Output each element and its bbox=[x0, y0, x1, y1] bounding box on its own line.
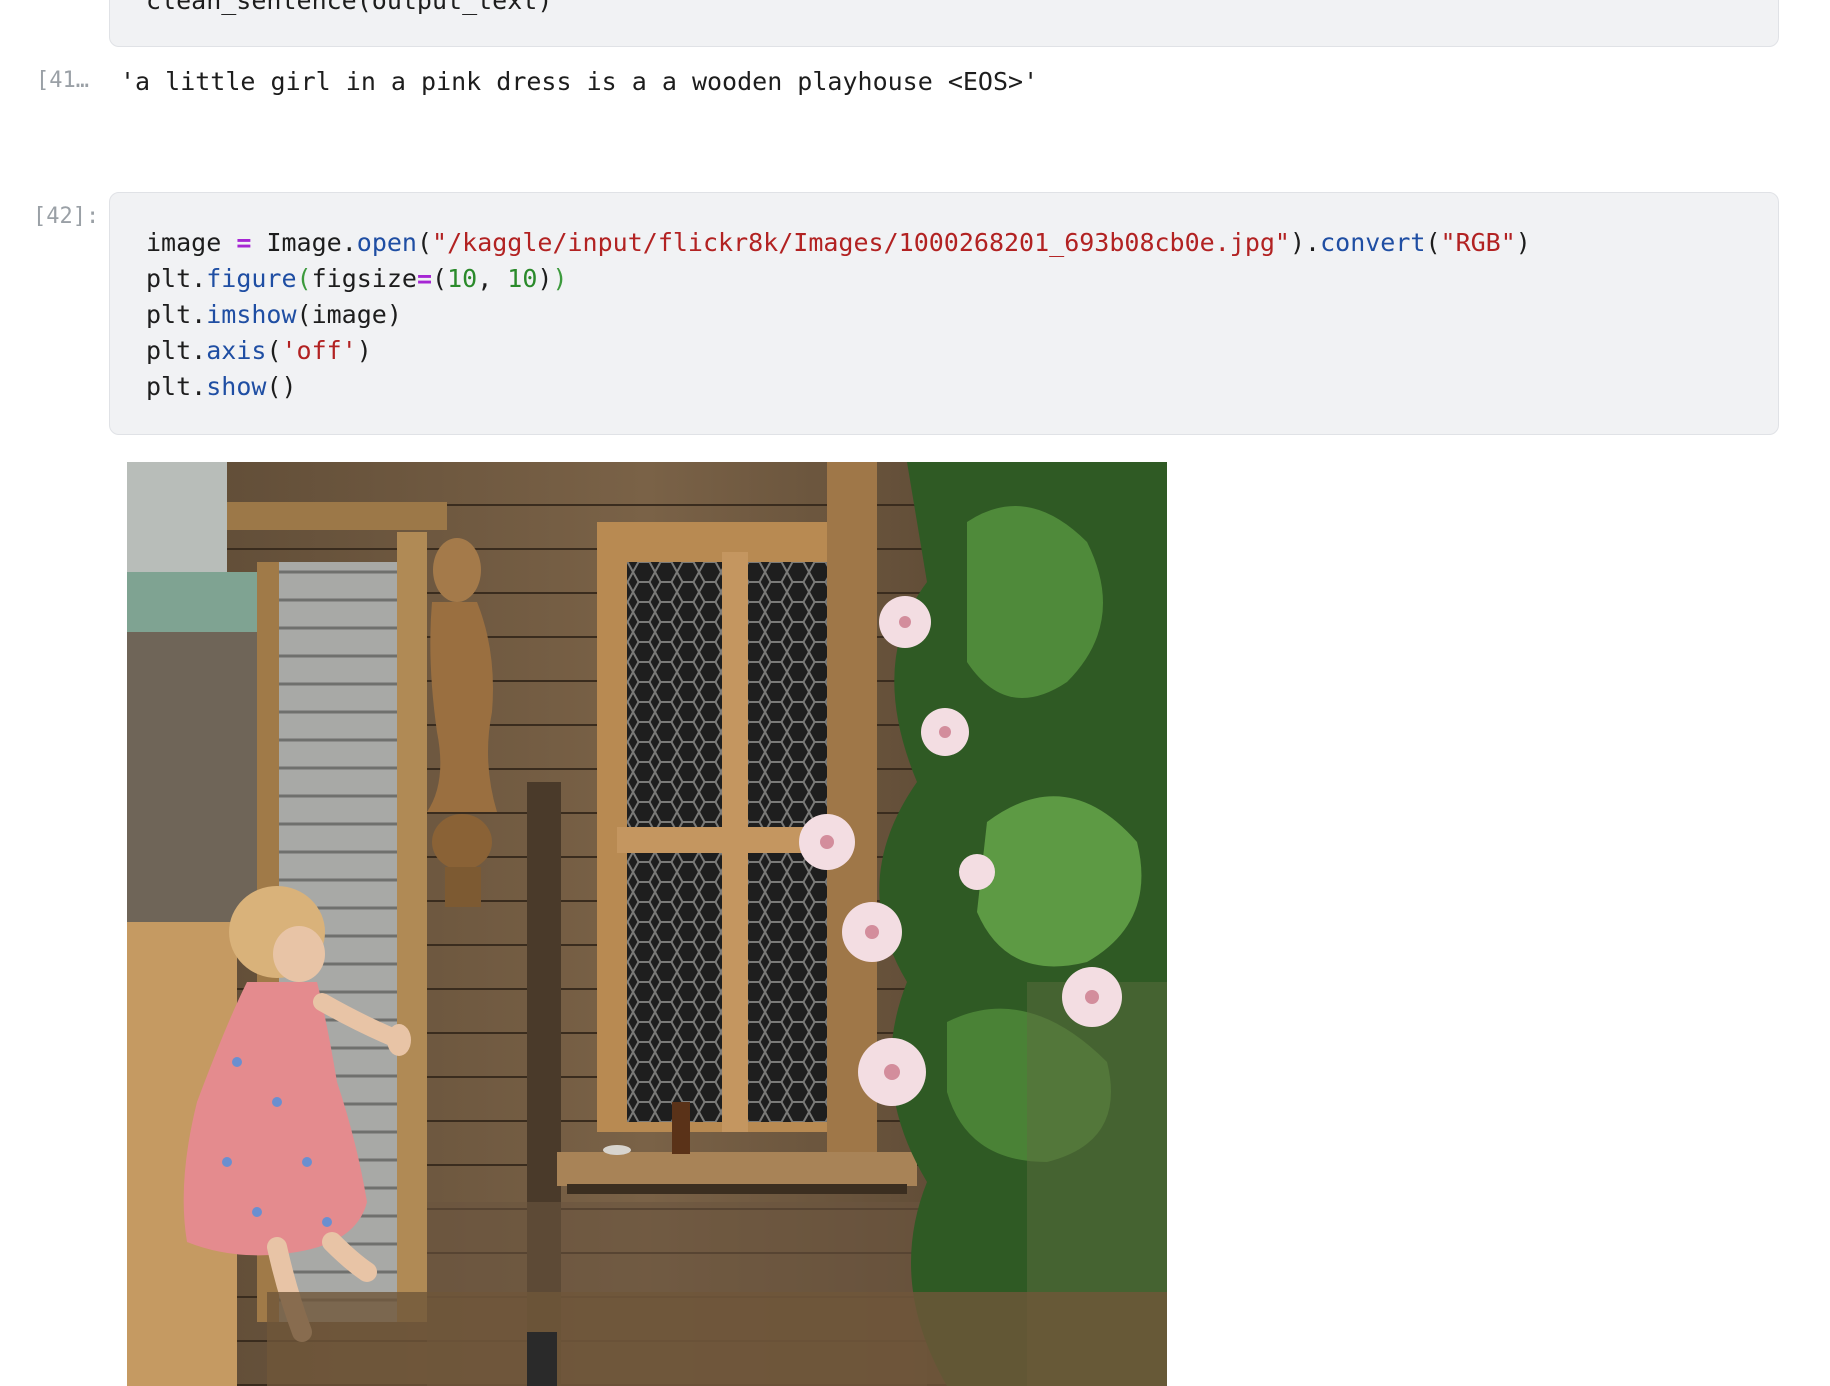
execution-count-42: [42]: bbox=[33, 204, 100, 229]
photo-illustration bbox=[127, 462, 1167, 1386]
output-image-girl-playhouse bbox=[127, 462, 1167, 1386]
cell-41-output: 'a little girl in a pink dress is a a wo… bbox=[120, 67, 1039, 96]
previous-code-cell[interactable]: clean_sentence(output_text) bbox=[109, 0, 1779, 47]
execution-count-41: [41… bbox=[36, 68, 89, 93]
code-cell-42[interactable]: image = Image.open("/kaggle/input/flickr… bbox=[109, 192, 1779, 435]
code-editor[interactable]: image = Image.open("/kaggle/input/flickr… bbox=[146, 225, 1531, 405]
previous-code-fragment: clean_sentence(output_text) bbox=[146, 0, 553, 15]
